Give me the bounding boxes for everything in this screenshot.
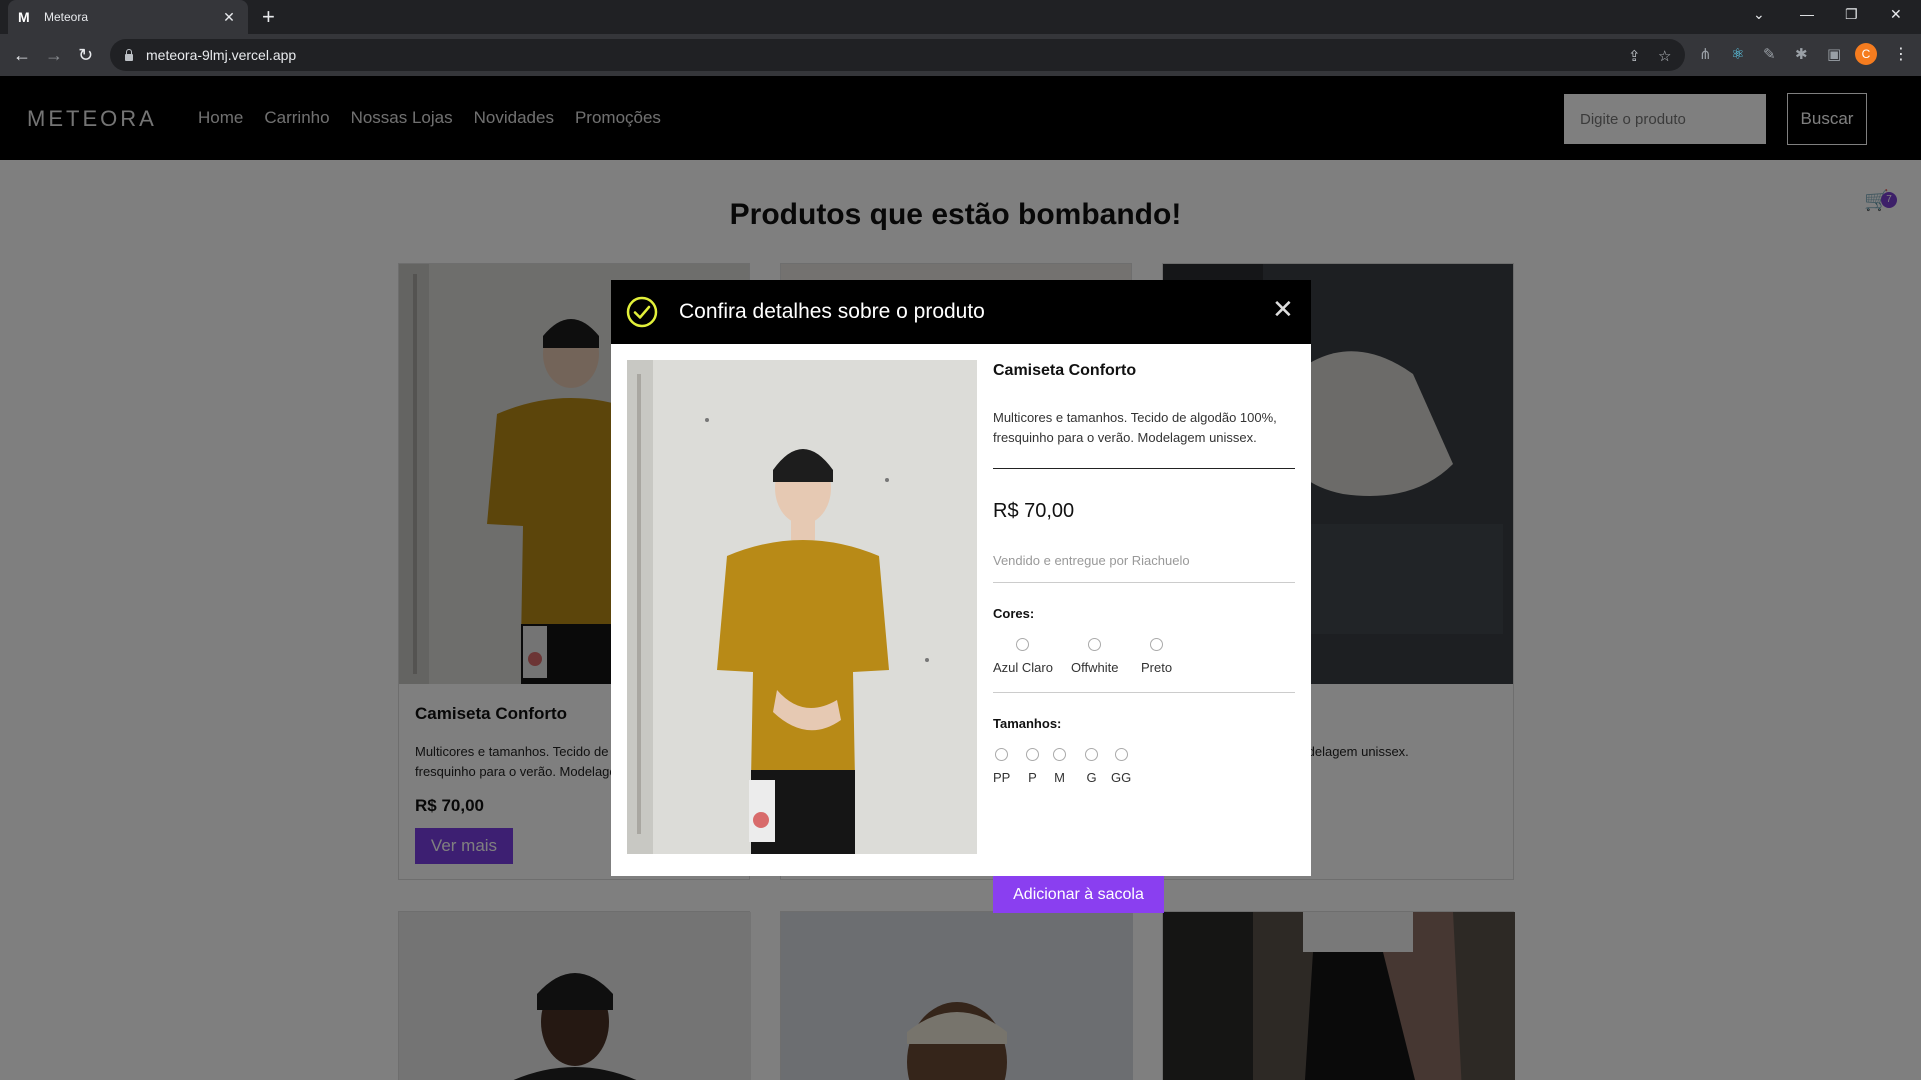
close-icon[interactable]: ✕: [1272, 295, 1294, 325]
meteora-favicon-icon: M: [18, 9, 30, 25]
product-details-modal: Confira detalhes sobre o produto ✕ Camis…: [611, 280, 1311, 913]
tab-title: Meteora: [44, 10, 89, 24]
modal-product-image: [627, 360, 977, 854]
size-option-label: M: [1054, 770, 1065, 785]
size-option-p[interactable]: P: [1026, 748, 1039, 785]
browser-menu-icon[interactable]: ⋮: [1893, 44, 1909, 64]
color-option-offwhite[interactable]: Offwhite: [1071, 638, 1118, 675]
size-option-label: PP: [993, 770, 1011, 785]
browser-chrome: M Meteora ✕ + ⌄ — ❐ ✕ ← → ↻ meteora-9lmj…: [0, 0, 1921, 76]
modal-header: Confira detalhes sobre o produto ✕: [611, 280, 1311, 344]
side-panel-icon[interactable]: ▣: [1827, 45, 1841, 63]
tab-close-icon[interactable]: ✕: [220, 9, 238, 26]
color-option-preto[interactable]: Preto: [1141, 638, 1172, 675]
divider: [993, 582, 1295, 583]
browser-tab[interactable]: M Meteora ✕: [8, 0, 248, 34]
modal-product-name: Camiseta Conforto: [993, 362, 1137, 379]
size-option-label: G: [1086, 770, 1097, 785]
size-option-label: P: [1028, 770, 1037, 785]
page: METEORA Home Carrinho Nossas Lojas Novid…: [0, 76, 1921, 1080]
size-option-g[interactable]: G: [1085, 748, 1098, 785]
seller-info: Vendido e entregue por Riachuelo: [993, 553, 1190, 568]
color-option-label: Offwhite: [1071, 660, 1119, 675]
size-radio[interactable]: [1026, 748, 1039, 761]
size-radio[interactable]: [995, 748, 1009, 761]
reload-icon[interactable]: ↻: [78, 45, 93, 65]
size-radio[interactable]: [1085, 748, 1098, 761]
share-icon[interactable]: ⇪: [1628, 47, 1641, 65]
check-circle-icon: [626, 296, 658, 328]
size-radio[interactable]: [1053, 748, 1066, 761]
extension-icon[interactable]: ⋔: [1699, 45, 1712, 63]
profile-avatar[interactable]: C: [1855, 43, 1877, 65]
sizes-label: Tamanhos:: [993, 716, 1062, 731]
colors-label: Cores:: [993, 606, 1035, 621]
back-icon[interactable]: ←: [13, 45, 31, 65]
size-option-gg[interactable]: GG: [1111, 748, 1131, 785]
modal-product-price: R$ 70,00: [993, 500, 1075, 522]
new-tab-icon[interactable]: +: [262, 5, 275, 29]
minimize-icon[interactable]: —: [1800, 6, 1814, 22]
address-bar[interactable]: meteora-9lmj.vercel.app ⇪ ☆: [110, 39, 1685, 71]
bookmark-star-icon[interactable]: ☆: [1658, 47, 1671, 65]
browser-toolbar: ← → ↻ meteora-9lmj.vercel.app ⇪ ☆ ⋔ ⚛ ✎ …: [0, 34, 1921, 76]
color-radio[interactable]: [1016, 638, 1030, 651]
forward-icon[interactable]: →: [45, 45, 63, 65]
tab-strip: M Meteora ✕ + ⌄ — ❐ ✕: [0, 0, 1921, 34]
color-option-label: Azul Claro: [993, 660, 1053, 675]
url-text: meteora-9lmj.vercel.app: [146, 47, 297, 63]
react-devtools-icon[interactable]: ⚛: [1731, 45, 1744, 63]
size-option-label: GG: [1111, 770, 1132, 785]
modal-title: Confira detalhes sobre o produto: [679, 300, 985, 323]
color-option-azul-claro[interactable]: Azul Claro: [993, 638, 1053, 675]
tab-search-icon[interactable]: ⌄: [1753, 6, 1765, 23]
color-option-label: Preto: [1141, 660, 1173, 675]
restore-icon[interactable]: ❐: [1845, 6, 1858, 23]
modal-product-description: Multicores e tamanhos. Tecido de algodão…: [993, 410, 1277, 445]
tshirt-model-photo: [627, 360, 977, 854]
size-radio[interactable]: [1114, 748, 1128, 761]
lock-icon[interactable]: [124, 49, 134, 61]
color-radio[interactable]: [1088, 638, 1102, 651]
divider: [993, 692, 1295, 693]
extensions-puzzle-icon[interactable]: ✱: [1795, 45, 1808, 63]
color-radio[interactable]: [1150, 638, 1164, 651]
add-to-bag-button[interactable]: Adicionar à sacola: [993, 876, 1164, 913]
size-option-pp[interactable]: PP: [993, 748, 1010, 785]
divider: [993, 468, 1295, 469]
size-option-m[interactable]: M: [1053, 748, 1066, 785]
window-close-icon[interactable]: ✕: [1890, 6, 1902, 23]
extension-pen-icon[interactable]: ✎: [1763, 45, 1776, 63]
